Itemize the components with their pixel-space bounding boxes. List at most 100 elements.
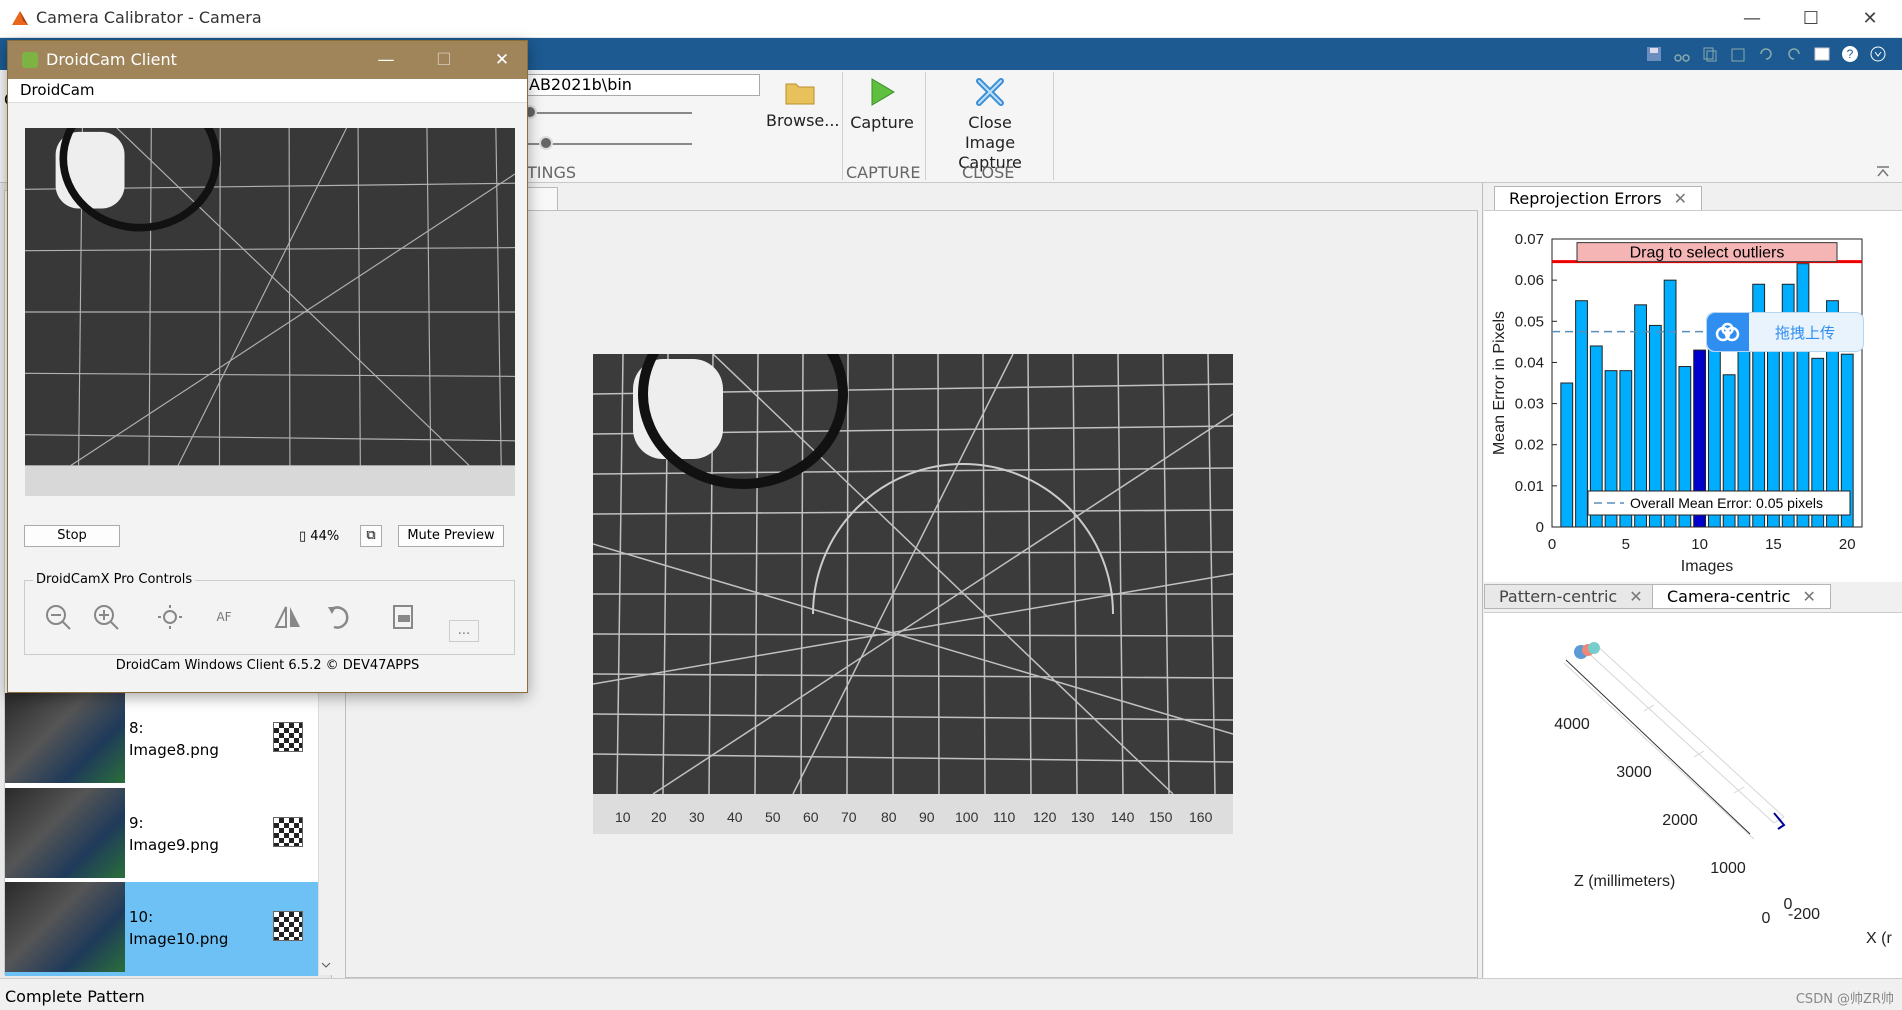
reprojection-errors-panel: 0 0.01 0.02 0.03 0.04 0.05 0.06 0.07 0 5 10 15 20 Dra… — [1484, 210, 1902, 582]
settings-section-label: TINGS — [527, 163, 577, 182]
droidcam-maximize-button[interactable]: ☐ — [416, 41, 472, 79]
zoom-out-icon[interactable] — [38, 598, 78, 636]
droidcam-menu-bar: DroidCam — [8, 79, 527, 103]
droidcam-minimize-button[interactable]: — — [358, 41, 414, 79]
svg-text:30: 30 — [689, 809, 705, 825]
expand-icon[interactable] — [1866, 42, 1890, 66]
svg-text:10: 10 — [615, 809, 631, 825]
legend-text: Overall Mean Error: 0.05 pixels — [1630, 495, 1823, 511]
svg-text:110: 110 — [993, 809, 1016, 825]
image-entry-text: 10: Image10.png — [129, 908, 229, 948]
checkerboard-icon — [273, 817, 303, 847]
svg-text:70: 70 — [841, 809, 857, 825]
x-tick: -200 — [1788, 906, 1820, 923]
svg-text:130: 130 — [1071, 809, 1095, 825]
tab-label: Camera-centric — [1667, 587, 1791, 606]
thumbnail-image — [5, 882, 125, 972]
close-icon[interactable]: ✕ — [1674, 189, 1687, 208]
minimize-button[interactable]: — — [1724, 0, 1780, 38]
help-icon[interactable]: ? — [1838, 42, 1862, 66]
close-section-label: CLOSE — [962, 163, 1015, 182]
save-jpg-icon[interactable] — [383, 598, 423, 636]
checkerboard-icon — [273, 722, 303, 752]
svg-text:80: 80 — [881, 809, 897, 825]
ribbon-separator — [1053, 72, 1054, 180]
rotate-icon[interactable] — [318, 598, 358, 636]
slider-2-knob[interactable] — [539, 136, 553, 150]
mirror-icon[interactable] — [268, 598, 308, 636]
close-icon[interactable]: ✕ — [1629, 587, 1642, 606]
stop-button[interactable]: Stop — [24, 525, 120, 547]
paste-icon[interactable] — [1726, 42, 1750, 66]
reprojection-error-chart[interactable]: 0 0.01 0.02 0.03 0.04 0.05 0.06 0.07 0 5 10 15 20 Dra… — [1484, 211, 1902, 583]
thumbnail-image — [5, 693, 125, 783]
svg-text:20: 20 — [651, 809, 667, 825]
more-options-button[interactable]: ... — [449, 620, 479, 642]
z-tick: 2000 — [1662, 812, 1698, 829]
y-tick-label: 0.05 — [1515, 313, 1544, 330]
save-location-field[interactable]: AB2021b\bin — [525, 74, 760, 96]
close-icon[interactable]: ✕ — [1802, 587, 1815, 606]
menu-droidcam[interactable]: DroidCam — [20, 81, 95, 99]
svg-text:120: 120 — [1033, 809, 1057, 825]
flashlight-icon[interactable] — [150, 598, 190, 636]
y-axis-label: Mean Error in Pixels — [1491, 311, 1508, 455]
ribbon-separator — [842, 72, 843, 180]
bar[interactable] — [1796, 263, 1810, 528]
list-item[interactable]: 9: Image9.png — [5, 788, 318, 882]
thumbnail-image — [5, 788, 125, 878]
droidcam-title: DroidCam Client — [46, 50, 177, 69]
close-button[interactable]: ✕ — [1842, 0, 1898, 38]
capture-label: Capture — [850, 113, 914, 132]
droidcam-close-button[interactable]: ✕ — [474, 41, 530, 79]
window-title: Camera Calibrator - Camera — [36, 8, 262, 27]
properties-slider-1[interactable] — [527, 112, 692, 114]
maximize-button[interactable]: ☐ — [1783, 0, 1839, 38]
x-axis-label: Images — [1681, 558, 1733, 575]
status-text: Complete Pattern — [5, 987, 145, 1006]
svg-text:40: 40 — [727, 809, 743, 825]
close-image-capture-button[interactable]: Close Image Capture — [934, 76, 1046, 173]
folder-icon — [785, 83, 815, 105]
autofocus-button[interactable]: AF — [204, 598, 244, 636]
svg-text:100: 100 — [955, 809, 979, 825]
bar[interactable] — [1560, 382, 1574, 528]
popout-icon[interactable]: ⧉ — [360, 525, 382, 547]
mute-preview-button[interactable]: Mute Preview — [398, 525, 504, 547]
bar[interactable] — [1663, 279, 1677, 528]
image-entry-text: 8: Image8.png — [129, 719, 219, 759]
upload-badge[interactable]: 拖拽上传 — [1706, 312, 1864, 352]
close-x-icon — [976, 78, 1004, 106]
window-layout-icon[interactable] — [1810, 42, 1834, 66]
x-tick-label: 10 — [1691, 536, 1708, 553]
extrinsics-3d-plot[interactable]: 4000 3000 2000 1000 0 -200 0 Z (millimet… — [1484, 613, 1902, 979]
list-item-selected[interactable]: 10: Image10.png — [5, 882, 318, 976]
cut-icon[interactable] — [1670, 42, 1694, 66]
redo-icon[interactable] — [1782, 42, 1806, 66]
zoom-in-icon[interactable] — [86, 598, 126, 636]
matlab-logo-icon — [12, 11, 28, 25]
tab-label: Reprojection Errors — [1509, 189, 1662, 208]
checkerboard-icon — [273, 911, 303, 941]
capture-button[interactable]: Capture — [850, 76, 914, 133]
tab-pattern-centric[interactable]: Pattern-centric ✕ — [1484, 584, 1658, 609]
battery-level: 44% — [310, 529, 340, 544]
tab-camera-centric[interactable]: Camera-centric ✕ — [1652, 584, 1831, 609]
list-item[interactable]: 8: Image8.png — [5, 693, 318, 787]
x-axis-label: X (r — [1866, 930, 1892, 947]
undo-icon[interactable] — [1754, 42, 1778, 66]
copy-icon[interactable] — [1698, 42, 1722, 66]
tab-reprojection-errors[interactable]: Reprojection Errors ✕ — [1494, 186, 1702, 211]
x-tick-label: 15 — [1765, 536, 1782, 553]
y-tick-label: 0.06 — [1515, 272, 1544, 289]
collapse-ribbon-icon[interactable] — [1876, 164, 1890, 182]
svg-text:160: 160 — [1189, 809, 1213, 825]
browse-label: Browse... — [766, 111, 840, 130]
svg-text:50: 50 — [765, 809, 781, 825]
browse-button[interactable]: Browse... — [766, 78, 840, 131]
android-app-icon — [22, 52, 38, 68]
save-icon[interactable] — [1642, 42, 1666, 66]
scroll-down-icon[interactable] — [321, 960, 331, 970]
bar[interactable] — [1575, 300, 1588, 528]
z-tick: 4000 — [1554, 716, 1590, 733]
